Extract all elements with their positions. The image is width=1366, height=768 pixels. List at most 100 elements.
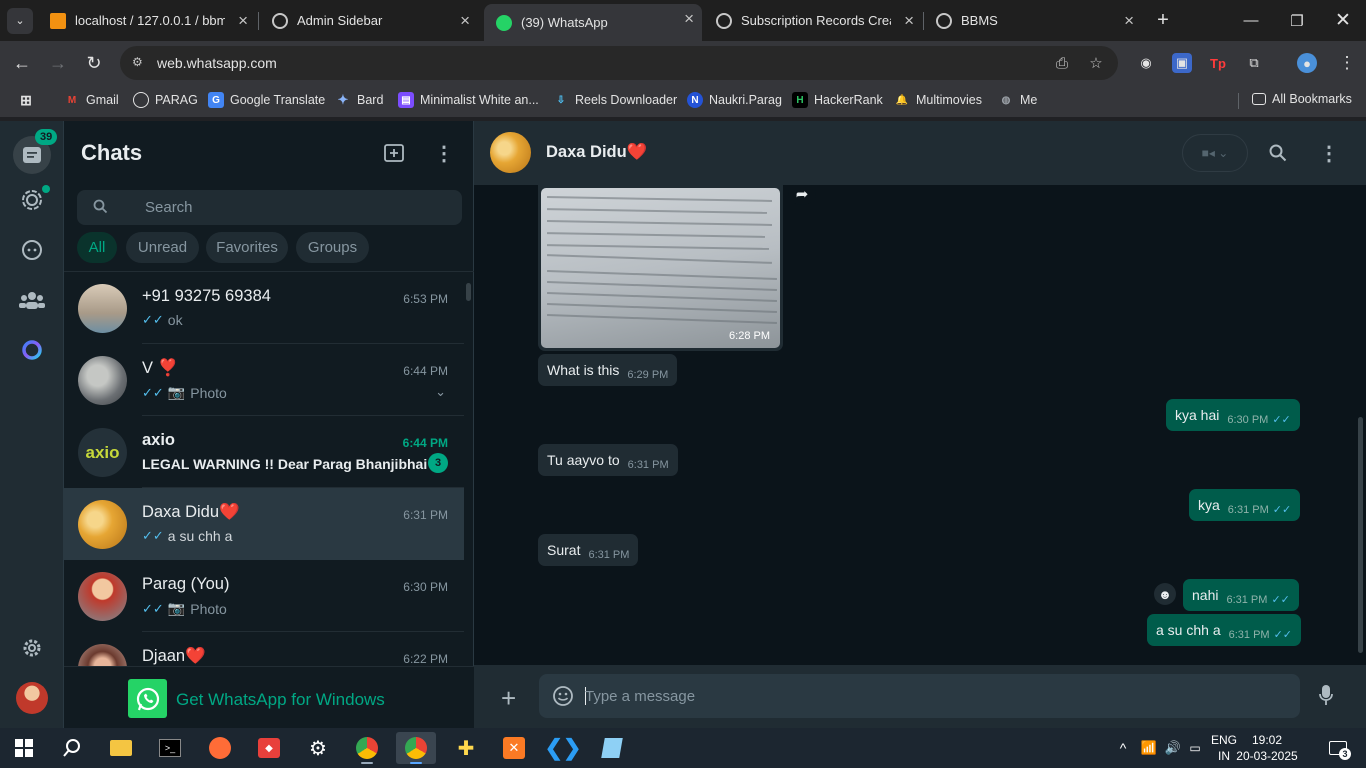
star-icon[interactable]: ☆ <box>1087 54 1105 72</box>
voice-message-button[interactable] <box>1319 684 1333 711</box>
minimize-button[interactable]: — <box>1228 0 1274 41</box>
install-app-icon[interactable]: ⎙ <box>1053 54 1071 72</box>
camera-extension-icon[interactable]: ◉ <box>1136 53 1156 73</box>
contact-avatar[interactable] <box>490 132 531 173</box>
browser-tab-admin-sidebar[interactable]: Admin Sidebar × <box>260 6 478 35</box>
taskbar-search-button[interactable] <box>52 732 92 764</box>
puzzle-icon[interactable]: ⧉ <box>1244 53 1264 73</box>
terminal-button[interactable]: >_ <box>150 732 190 764</box>
browser-tab-bbms[interactable]: BBMS × <box>924 6 1142 35</box>
chat-row-axio[interactable]: axio axio 6:44 PM LEGAL WARNING !! Dear … <box>64 416 464 488</box>
conversation-menu-button[interactable]: ⋮ <box>1317 141 1341 165</box>
search-bar[interactable] <box>77 190 462 225</box>
bookmark-minimalist[interactable]: ▤ Minimalist White an... <box>398 92 539 108</box>
new-chat-button[interactable] <box>382 141 406 165</box>
bookmark-me[interactable]: ◍ Me <box>998 92 1038 108</box>
message-scrollbar[interactable] <box>1358 417 1363 653</box>
bookmark-hackerrank[interactable]: H HackerRank <box>792 92 883 108</box>
bookmark-bard[interactable]: ✦ Bard <box>335 92 384 108</box>
close-icon[interactable]: × <box>904 11 914 31</box>
chat-list-scrollbar[interactable] <box>466 283 471 301</box>
xampp-button[interactable]: ✕ <box>494 732 534 764</box>
menu-button[interactable]: ⋮ <box>432 141 456 165</box>
chats-title: Chats <box>81 140 143 165</box>
chat-row-daxa-didu[interactable]: Daxa Didu❤️ 6:31 PM ✓✓ a su chh a <box>64 488 464 560</box>
chat-row-djaan[interactable]: Djaan❤️ 6:22 PM <box>64 632 464 666</box>
search-messages-button[interactable] <box>1266 141 1290 165</box>
battery-icon[interactable]: ▭ <box>1185 728 1205 768</box>
bookmark-parag[interactable]: PARAG <box>133 92 198 108</box>
reload-button[interactable]: ↻ <box>81 50 107 76</box>
chevron-down-icon[interactable]: ⌄ <box>435 384 446 400</box>
chat-row-parag-you[interactable]: Parag (You) 6:30 PM ✓✓ 📷 Photo <box>64 560 464 632</box>
start-button[interactable] <box>4 732 44 764</box>
restore-button[interactable]: ❐ <box>1274 0 1320 41</box>
emoji-button[interactable] <box>552 685 574 712</box>
filter-unread[interactable]: Unread <box>126 232 199 263</box>
filter-all[interactable]: All <box>77 232 117 263</box>
vscode-button[interactable]: ❮❯ <box>543 732 583 764</box>
new-tab-button[interactable]: + <box>1140 0 1186 41</box>
file-explorer-button[interactable] <box>101 732 141 764</box>
profile-icon[interactable]: ● <box>1297 53 1317 73</box>
app-button[interactable]: ✚ <box>446 732 486 764</box>
all-bookmarks-label: All Bookmarks <box>1272 92 1352 106</box>
notifications-button[interactable]: 3 <box>1318 728 1358 768</box>
settings-nav-button[interactable] <box>17 633 47 663</box>
all-bookmarks-button[interactable]: All Bookmarks <box>1252 92 1352 106</box>
gear-icon <box>23 639 41 657</box>
attach-button[interactable]: + <box>501 683 516 714</box>
site-info-icon[interactable]: ⚙ <box>132 55 148 71</box>
screen-recorder-extension-icon[interactable]: ▣ <box>1172 53 1192 73</box>
filter-favorites[interactable]: Favorites <box>206 232 288 263</box>
bookmark-google-translate[interactable]: G Google Translate <box>208 92 325 108</box>
browser-tab-whatsapp[interactable]: (39) WhatsApp × <box>484 4 702 41</box>
chrome-button[interactable] <box>347 732 387 764</box>
kebab-menu-icon[interactable]: ⋮ <box>1337 53 1357 73</box>
omnibox[interactable]: ⚙ web.whatsapp.com ⎙ ☆ <box>120 46 1118 80</box>
clock[interactable]: 19:02 20-03-2025 <box>1236 732 1298 764</box>
search-icon <box>93 199 108 219</box>
volume-icon[interactable]: 🔊 <box>1162 728 1184 768</box>
contact-name[interactable]: Daxa Didu❤️ <box>546 143 647 162</box>
browser-tab-subscription[interactable]: Subscription Records Creatio × <box>704 6 922 35</box>
close-icon[interactable]: × <box>238 11 248 31</box>
communities-nav-button[interactable] <box>17 285 47 315</box>
message-input-box[interactable] <box>539 674 1300 718</box>
message-time: 6:30 PM <box>1227 414 1269 426</box>
forward-button[interactable]: → <box>45 50 71 76</box>
bookmark-naukri[interactable]: N Naukri.Parag <box>687 92 782 108</box>
chat-row-v[interactable]: V ❣️ 6:44 PM ✓✓ 📷 Photo ⌄ <box>64 344 464 416</box>
tp-extension-icon[interactable]: Tp <box>1208 53 1228 73</box>
postman-button[interactable] <box>200 732 240 764</box>
video-call-button[interactable]: ■◂ ⌄ <box>1182 134 1248 172</box>
tray-overflow-button[interactable]: ^ <box>1112 728 1134 768</box>
close-icon[interactable]: × <box>1124 11 1134 31</box>
profile-avatar[interactable] <box>16 682 48 714</box>
network-icon[interactable]: 📶 <box>1138 728 1160 768</box>
meta-ai-button[interactable] <box>17 335 47 365</box>
chat-row-93275[interactable]: +91 93275 69384 6:53 PM ✓✓ ok <box>64 272 464 344</box>
apps-button[interactable]: ⊞ <box>18 92 40 108</box>
reaction-button[interactable]: ☻ <box>1154 583 1176 605</box>
channels-nav-button[interactable] <box>17 235 47 265</box>
chrome-profile-button[interactable] <box>396 732 436 764</box>
message-input[interactable] <box>585 674 1285 718</box>
bookmark-gmail[interactable]: M Gmail <box>64 92 119 108</box>
close-window-button[interactable]: ✕ <box>1320 0 1366 41</box>
browser-tab-phpmyadmin[interactable]: localhost / 127.0.0.1 / bbms × <box>38 6 256 35</box>
filter-groups[interactable]: Groups <box>296 232 369 263</box>
get-whatsapp-banner[interactable]: Get WhatsApp for Windows <box>64 666 474 728</box>
bookmark-multimovies[interactable]: 🔔 Multimovies <box>894 92 982 108</box>
bookmark-reels-downloader[interactable]: ⇩ Reels Downloader <box>553 92 677 108</box>
notepad-button[interactable] <box>592 732 632 764</box>
settings-button[interactable]: ⚙ <box>298 732 338 764</box>
close-icon[interactable]: × <box>460 11 470 31</box>
anydesk-button[interactable]: ◆ <box>249 732 289 764</box>
close-icon[interactable]: × <box>684 9 694 29</box>
image-message[interactable]: 6:28 PM <box>538 185 783 351</box>
forward-button[interactable]: ➦ <box>788 185 816 205</box>
search-input[interactable] <box>145 190 445 225</box>
tab-search-button[interactable]: ⌄ <box>4 0 36 41</box>
back-button[interactable]: ← <box>9 50 35 76</box>
